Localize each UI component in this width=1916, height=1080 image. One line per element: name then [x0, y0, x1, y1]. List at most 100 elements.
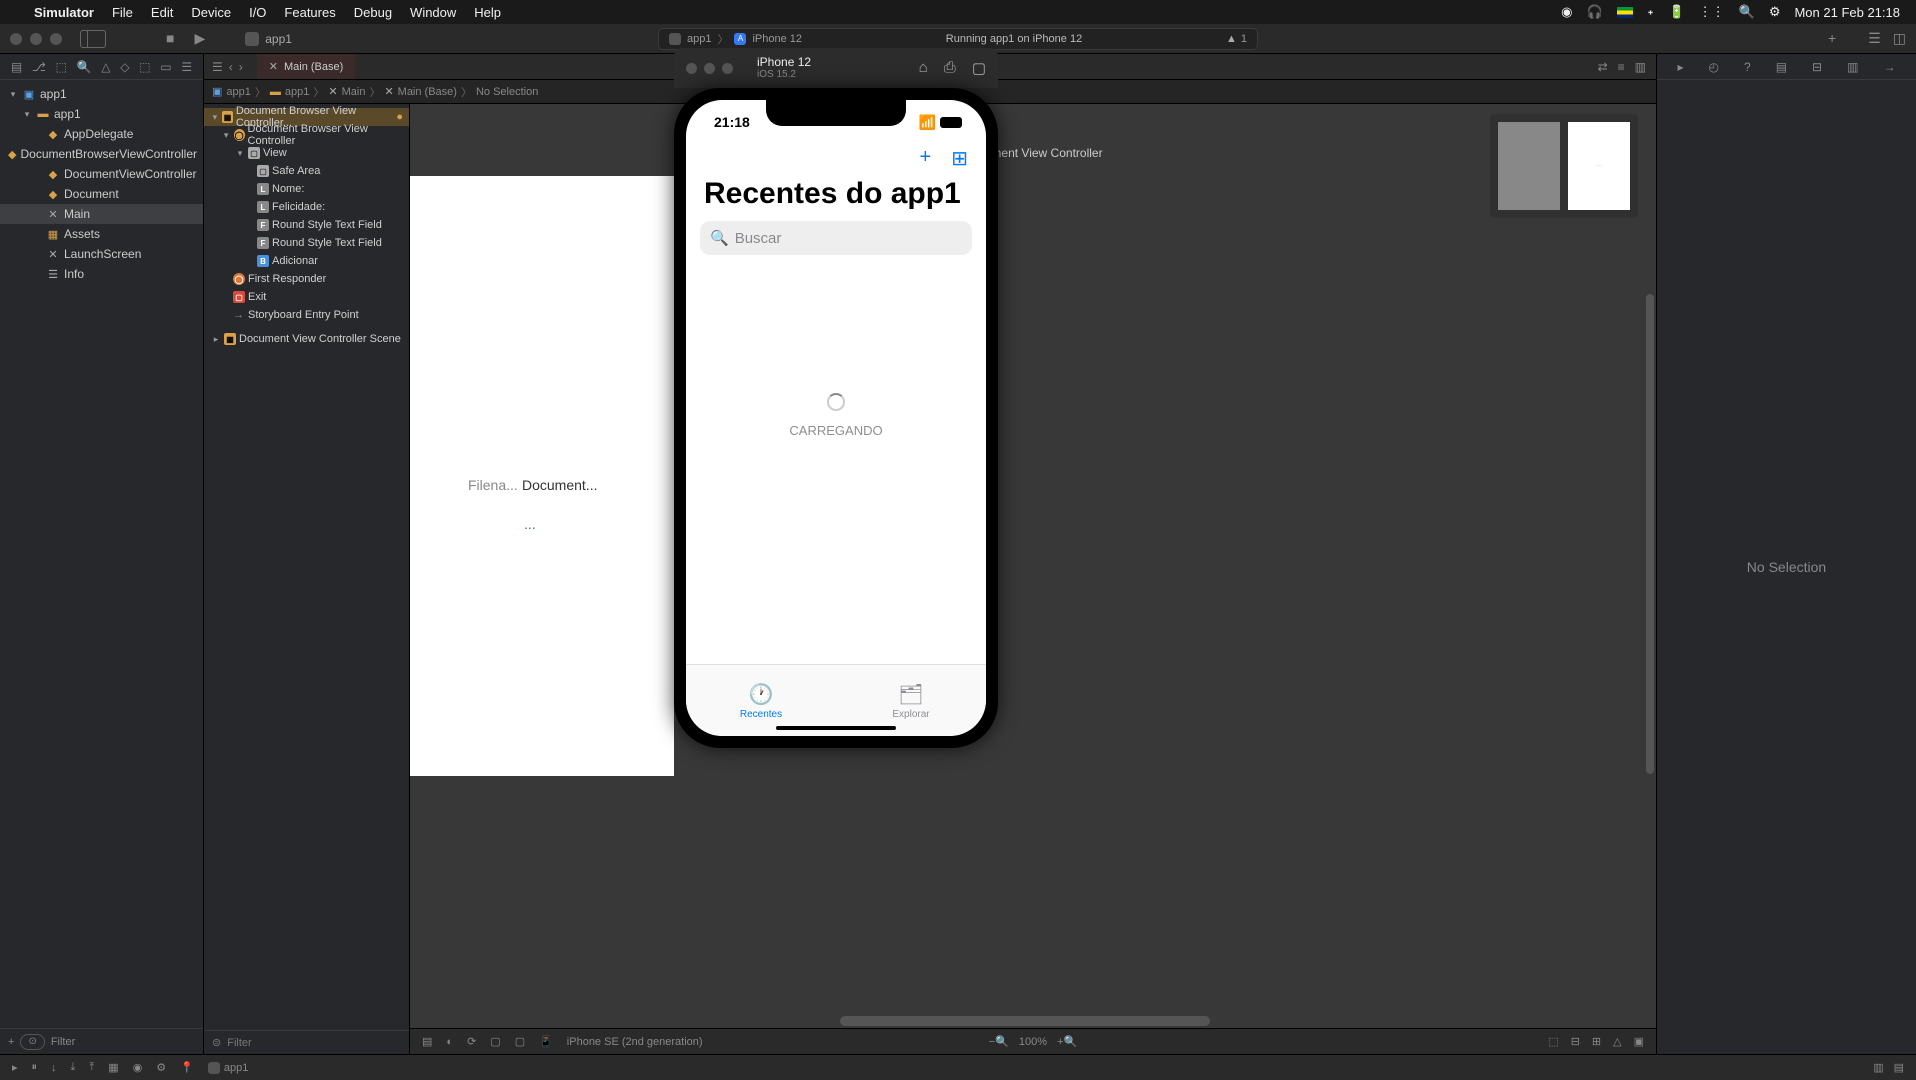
tree-item[interactable]: ▦Assets	[0, 224, 203, 244]
horizontal-scrollbar[interactable]	[840, 1016, 1210, 1026]
tree-root[interactable]: ▾▣app1	[0, 84, 203, 104]
project-nav-icon[interactable]: ▤	[11, 60, 22, 74]
outline-responder[interactable]: ◯First Responder	[204, 270, 409, 288]
editor-tab-active[interactable]: ✕ Main (Base)	[257, 54, 356, 79]
flag-icon[interactable]	[1617, 7, 1633, 18]
zoom-window[interactable]	[50, 33, 62, 45]
pause-icon[interactable]: ⏸	[32, 1061, 38, 1074]
menu-edit[interactable]: Edit	[151, 5, 173, 20]
search-icon[interactable]: 🔍	[1739, 4, 1755, 20]
toggle-outline-icon[interactable]: ▤	[422, 1035, 432, 1048]
wifi-icon[interactable]: ⋮⋮	[1699, 4, 1725, 20]
tree-item[interactable]: ◆AppDelegate	[0, 124, 203, 144]
close-window[interactable]	[686, 63, 697, 74]
scheme-selector[interactable]: app1	[245, 32, 292, 46]
navigator-filter[interactable]: + ⊙ Filter	[0, 1028, 203, 1054]
minimap-scene-thumb[interactable]: ···	[1568, 122, 1630, 210]
window-controls[interactable]	[10, 33, 62, 45]
vertical-scrollbar[interactable]	[1646, 294, 1654, 774]
phone-search-field[interactable]: 🔍 Buscar	[700, 221, 972, 255]
home-indicator[interactable]	[776, 726, 896, 730]
find-nav-icon[interactable]: 🔍	[77, 60, 92, 74]
debug-nav-icon[interactable]: ⬚	[139, 60, 150, 74]
phone-screen[interactable]: 21:18 📶 + ⊞ Recentes do app1 🔍 Buscar CA…	[686, 100, 986, 736]
run-button[interactable]: ▶	[194, 30, 205, 47]
outline-label[interactable]: LNome:	[204, 180, 409, 198]
outline-scene[interactable]: ▸▦Document View Controller Scene	[204, 330, 409, 348]
tree-item[interactable]: ☰Info	[0, 264, 203, 284]
screenshot-icon[interactable]: ⎙	[944, 59, 956, 77]
canvas-minimap[interactable]: ···	[1490, 114, 1638, 218]
tree-item[interactable]: ◆Document	[0, 184, 203, 204]
outline-textfield[interactable]: FRound Style Text Field	[204, 216, 409, 234]
orientation-icon[interactable]: ⟳	[467, 1035, 476, 1048]
storyboard-canvas[interactable]: Document View Controller Filena... Docum…	[410, 104, 1656, 1054]
issue-nav-icon[interactable]: △	[101, 60, 110, 74]
symbol-nav-icon[interactable]: ⬚	[56, 60, 67, 74]
location-icon[interactable]: 📍	[180, 1061, 194, 1074]
related-items-icon[interactable]: ☰	[212, 60, 223, 74]
breakpoint-nav-icon[interactable]: ▭	[160, 60, 171, 74]
inspector-selector[interactable]: ▸ ◴ ? ▤ ⊟ ▥ →	[1657, 54, 1916, 80]
debug-console-icon[interactable]: ▤	[1894, 1061, 1904, 1074]
device-name[interactable]: iPhone SE (2nd generation)	[567, 1036, 703, 1048]
jump-item[interactable]: app1	[226, 86, 250, 98]
activity-status[interactable]: app1 〉 A iPhone 12 Running app1 on iPhon…	[658, 28, 1258, 50]
jump-item[interactable]: Main (Base)	[398, 86, 457, 98]
warning-icon[interactable]: ▲	[1226, 33, 1237, 45]
file-inspector-icon[interactable]: ▸	[1678, 60, 1684, 74]
identity-inspector-icon[interactable]: ▤	[1776, 60, 1787, 74]
filter-scope-icon[interactable]: ⊙	[20, 1034, 44, 1050]
tree-item[interactable]: ◆DocumentViewController	[0, 164, 203, 184]
menu-window[interactable]: Window	[410, 5, 456, 20]
add-icon[interactable]: +	[8, 1036, 14, 1048]
jump-item[interactable]: app1	[285, 86, 309, 98]
connections-inspector-icon[interactable]: →	[1883, 60, 1895, 74]
menu-debug[interactable]: Debug	[354, 5, 392, 20]
step-out-icon[interactable]: ⤒	[89, 1061, 94, 1074]
environment-icon[interactable]: ⚙	[156, 1061, 166, 1074]
debug-target[interactable]: app1	[224, 1062, 248, 1074]
zoom-window[interactable]	[722, 63, 733, 74]
adjust-editor-icon[interactable]: ⇄	[1598, 60, 1608, 74]
outline-vc[interactable]: ▾◯Document Browser View Controller	[204, 126, 409, 144]
tree-item[interactable]: ◆DocumentBrowserViewController	[0, 144, 203, 164]
step-into-icon[interactable]: ⤓	[71, 1061, 76, 1074]
tree-target[interactable]: ▾▬app1	[0, 104, 203, 124]
close-tab-icon[interactable]: ✕	[269, 60, 278, 73]
appearance-icon[interactable]: ◐	[446, 1036, 453, 1048]
device-menu-icon[interactable]: ▢	[515, 1035, 525, 1048]
minimap-scene-thumb[interactable]	[1498, 122, 1560, 210]
minimize-window[interactable]	[704, 63, 715, 74]
menu-file[interactable]: File	[112, 5, 133, 20]
outline-label[interactable]: LFelicidade:	[204, 198, 409, 216]
menu-features[interactable]: Features	[284, 5, 335, 20]
debug-filter-icon[interactable]: ▥	[1873, 1061, 1883, 1074]
menu-device[interactable]: Device	[191, 5, 231, 20]
rotate-icon[interactable]: ▢	[972, 59, 986, 77]
home-icon[interactable]: ⌂	[919, 59, 928, 77]
memory-graph-icon[interactable]: ◉	[133, 1061, 143, 1074]
embed-in-icon[interactable]: ▣	[1634, 1035, 1644, 1048]
library-button[interactable]: ☰	[1868, 30, 1881, 47]
simulator-titlebar[interactable]: iPhone 12 iOS 15.2 ⌂ ⎙ ▢	[674, 48, 998, 88]
toggle-inspector-icon[interactable]: ◫	[1893, 30, 1906, 47]
outline-filter[interactable]: ⊜ Filter	[204, 1030, 409, 1054]
help-inspector-icon[interactable]: ?	[1744, 60, 1751, 74]
editor-options-icon[interactable]: ≡	[1618, 60, 1625, 74]
outline-textfield[interactable]: FRound Style Text Field	[204, 234, 409, 252]
add-document-icon[interactable]: +	[920, 146, 932, 171]
embed-icon[interactable]: ⬚	[1548, 1035, 1558, 1048]
chevron-down-icon[interactable]: ▾	[22, 109, 32, 120]
outline-exit[interactable]: ▢Exit	[204, 288, 409, 306]
control-center-icon[interactable]: ⚙	[1769, 4, 1781, 20]
app-menu[interactable]: Simulator	[34, 5, 94, 20]
outline-entry[interactable]: →Storyboard Entry Point	[204, 306, 409, 324]
source-control-nav-icon[interactable]: ⎇	[32, 60, 46, 74]
document-outline[interactable]: ▾▦Document Browser View Controller...● ▾…	[204, 104, 410, 1054]
forward-button[interactable]: ›	[239, 60, 243, 74]
pin-icon[interactable]: ⊞	[1592, 1035, 1601, 1048]
outline-button[interactable]: BAdicionar	[204, 252, 409, 270]
toggle-navigator-icon[interactable]	[80, 30, 106, 48]
navigator-selector[interactable]: ▤ ⎇ ⬚ 🔍 △ ◇ ⬚ ▭ ☰	[0, 54, 203, 80]
